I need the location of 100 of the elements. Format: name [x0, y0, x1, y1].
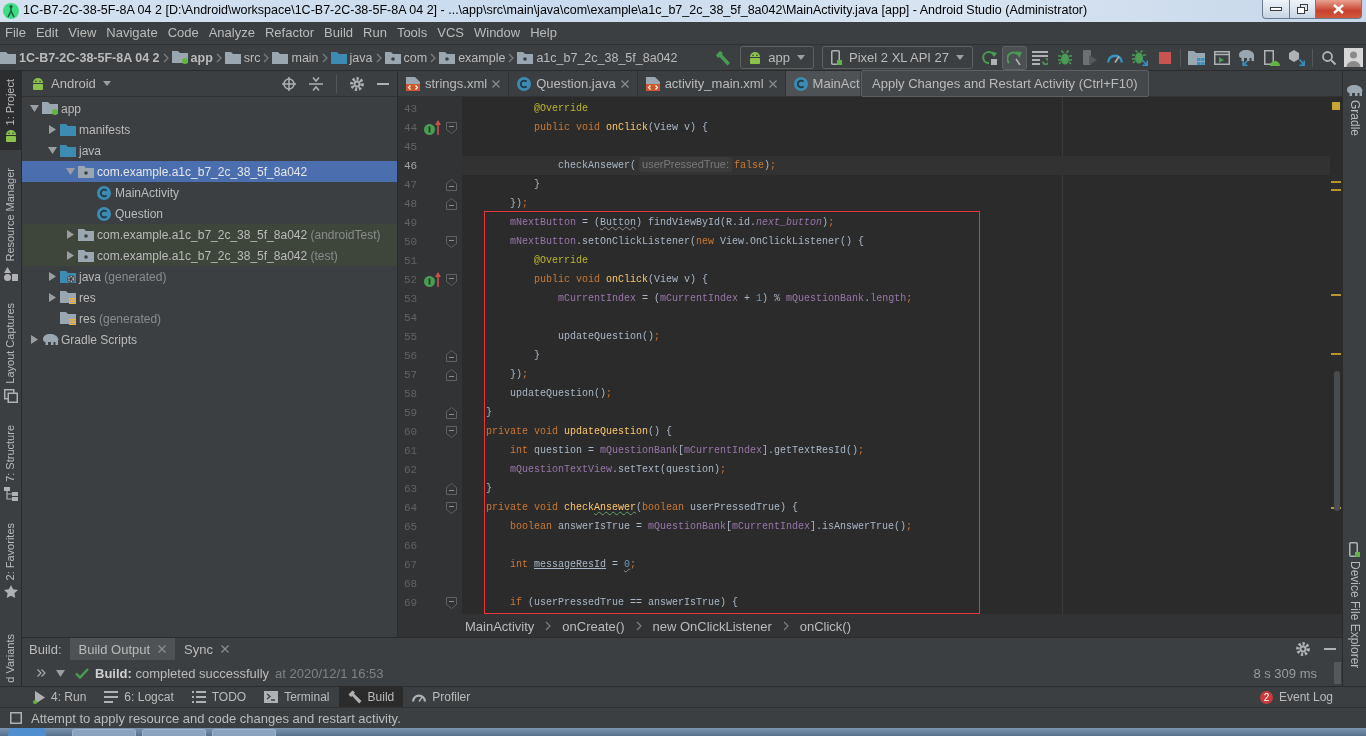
error-stripe[interactable] — [1331, 102, 1341, 512]
fold-marker-icon[interactable] — [446, 501, 457, 514]
device-dropdown[interactable]: Pixel 2 XL API 27 — [822, 46, 973, 69]
breadcrumb[interactable]: onClick() — [799, 618, 851, 634]
restore-button[interactable] — [1290, 0, 1316, 19]
tool-window-button[interactable]: 2: Favorites — [0, 518, 21, 603]
tool-window-button[interactable]: Terminal — [255, 687, 339, 707]
toolbar-button[interactable] — [1341, 45, 1366, 70]
disclosure-triangle-icon[interactable] — [30, 335, 38, 344]
breadcrumb[interactable]: MainActivity — [465, 618, 535, 634]
tool-window-button[interactable]: Resource Manager — [0, 164, 21, 286]
menu-item[interactable]: Window — [468, 23, 526, 43]
tree-item[interactable]: Gradle Scripts — [22, 329, 397, 350]
editor-tab[interactable]: activity_main.xml — [637, 71, 786, 96]
close-icon[interactable] — [768, 79, 777, 88]
editor-tab[interactable]: Question.java — [509, 71, 638, 96]
minimize-button[interactable] — [1262, 0, 1290, 19]
disclosure-triangle-icon[interactable] — [29, 105, 39, 112]
event-log-button[interactable]: 2 Event Log — [1250, 687, 1342, 707]
start-orb-icon[interactable] — [8, 728, 46, 736]
menu-item[interactable]: Run — [358, 23, 392, 43]
close-icon[interactable] — [158, 645, 167, 653]
disclosure-triangle-icon[interactable] — [66, 251, 74, 260]
disclosure-triangle-icon[interactable] — [47, 147, 57, 154]
menu-item[interactable]: VCS — [432, 23, 469, 43]
tool-window-button[interactable]: 7: Structure — [0, 420, 21, 505]
tree-item[interactable]: com.example.a1c_b7_2c_38_5f_8a042 — [22, 161, 397, 182]
tree-item[interactable]: Question — [22, 203, 397, 224]
tree-item[interactable]: java — [22, 140, 397, 161]
path-crumb[interactable]: example — [439, 48, 506, 67]
tool-window-button[interactable]: Build — [338, 687, 404, 707]
minus-icon[interactable] — [377, 82, 389, 85]
menu-item[interactable]: Code — [162, 23, 204, 43]
fold-marker-icon[interactable] — [446, 368, 457, 381]
crosshair-icon[interactable] — [282, 76, 296, 91]
editor-tab[interactable]: strings.xml — [398, 71, 510, 96]
panel-tab[interactable]: Sync — [175, 638, 238, 660]
settings-icon[interactable] — [1296, 642, 1310, 656]
tree-item[interactable]: res (generated) — [22, 308, 397, 329]
disclosure-triangle-icon[interactable] — [48, 125, 56, 134]
tree-item[interactable]: MainActivity — [22, 182, 397, 203]
tool-window-button[interactable]: d Variants — [0, 630, 21, 686]
path-crumb[interactable]: com — [384, 48, 428, 67]
fold-marker-icon[interactable] — [446, 197, 457, 210]
panel-tab[interactable]: Build Output — [69, 638, 176, 660]
path-crumb[interactable]: 1C-B7-2C-38-5F-8A 04 2 — [0, 48, 160, 67]
fold-marker-icon[interactable] — [446, 121, 457, 134]
path-crumb[interactable]: main — [272, 48, 319, 67]
run-config-dropdown[interactable]: app — [740, 46, 814, 69]
path-crumb[interactable]: src — [224, 48, 261, 67]
fold-marker-icon[interactable] — [446, 349, 457, 362]
tool-window-button[interactable]: 1: Project — [0, 71, 21, 151]
menu-item[interactable]: Navigate — [101, 23, 163, 43]
close-icon[interactable] — [620, 79, 629, 88]
settings-icon[interactable] — [350, 76, 364, 91]
menu-item[interactable]: File — [0, 23, 31, 43]
tool-window-button[interactable]: Device File Explorer — [1343, 527, 1366, 674]
menu-item[interactable]: Build — [319, 23, 358, 43]
scrollbar-thumb[interactable] — [1334, 662, 1341, 684]
menu-item[interactable]: Edit — [30, 23, 64, 43]
editor-tab[interactable]: MainAct — [785, 71, 860, 96]
circle-up-arrow-icon[interactable] — [423, 120, 441, 135]
path-crumb[interactable]: java — [330, 48, 373, 67]
close-icon[interactable] — [492, 79, 501, 88]
toolbar-button[interactable] — [1002, 45, 1027, 70]
close-icon[interactable] — [221, 645, 229, 653]
fold-marker-icon[interactable] — [446, 406, 457, 419]
collapse-icon[interactable] — [309, 76, 323, 91]
path-crumb[interactable]: app — [171, 48, 213, 67]
tree-item[interactable]: manifests — [22, 119, 397, 140]
fold-marker-icon[interactable] — [446, 273, 457, 286]
view-dropdown[interactable]: Android — [32, 76, 111, 91]
close-button[interactable] — [1316, 0, 1362, 19]
breadcrumb[interactable]: onCreate() — [562, 618, 625, 634]
tool-window-button[interactable]: Layout Captures — [0, 299, 21, 407]
menu-item[interactable]: Tools — [391, 23, 433, 43]
tool-window-button[interactable]: Gradle — [1343, 71, 1366, 143]
tool-window-button[interactable]: 4: Run — [24, 687, 96, 707]
tool-window-button[interactable]: Profiler — [403, 687, 480, 707]
tree-item[interactable]: res — [22, 287, 397, 308]
fold-marker-icon[interactable] — [446, 235, 457, 248]
fold-marker-icon[interactable] — [446, 178, 457, 191]
tool-window-button[interactable]: 6: Logcat — [95, 687, 183, 707]
scrollbar-thumb[interactable] — [1334, 371, 1340, 511]
circle-up-arrow-icon[interactable] — [423, 272, 441, 287]
tree-item[interactable]: com.example.a1c_b7_2c_38_5f_8a042 (androidTest) — [22, 224, 397, 245]
disclosure-triangle-icon[interactable] — [56, 669, 65, 677]
menu-item[interactable]: Refactor — [259, 23, 320, 43]
disclosure-triangle-icon[interactable] — [48, 293, 56, 302]
path-crumb[interactable]: a1c_b7_2c_38_5f_8a042 — [517, 48, 678, 67]
menu-item[interactable]: Help — [525, 23, 562, 43]
fold-marker-icon[interactable] — [446, 596, 457, 609]
disclosure-triangle-icon[interactable] — [66, 230, 74, 239]
window-icon[interactable] — [10, 712, 22, 724]
tree-item[interactable]: java (generated) — [22, 266, 397, 287]
breadcrumb[interactable]: new OnClickListener — [652, 618, 772, 634]
menu-item[interactable]: View — [63, 23, 102, 43]
fold-marker-icon[interactable] — [446, 425, 457, 438]
double-chevron-icon[interactable] — [37, 669, 46, 677]
menu-item[interactable]: Analyze — [203, 23, 260, 43]
